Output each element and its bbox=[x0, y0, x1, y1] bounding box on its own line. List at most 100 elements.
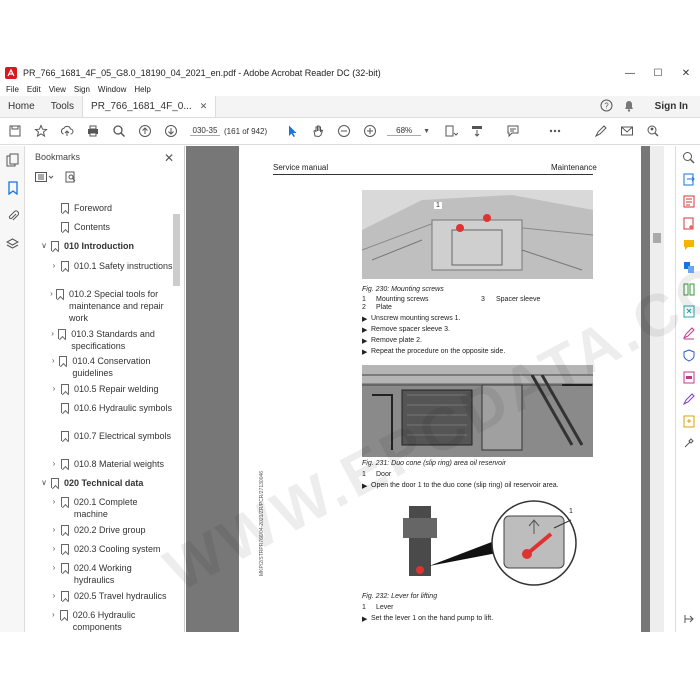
search-tool-icon[interactable] bbox=[676, 146, 700, 168]
bookmark-star-icon[interactable] bbox=[30, 120, 52, 142]
zoom-level-input[interactable]: 68% bbox=[387, 126, 422, 136]
collapse-chevron-icon[interactable]: ∨ bbox=[39, 240, 49, 252]
collapse-chevron-icon[interactable]: ∨ bbox=[39, 477, 49, 489]
sign-pen-icon[interactable] bbox=[590, 120, 612, 142]
bookmark-item[interactable]: › 010.3 Standards and specifications bbox=[49, 328, 173, 352]
attachments-icon[interactable] bbox=[0, 202, 25, 230]
bookmark-item[interactable]: › 010.5 Repair welding bbox=[49, 383, 173, 395]
account-search-icon[interactable] bbox=[642, 120, 664, 142]
figure-232-caption: Fig. 232: Lever for lifting bbox=[362, 593, 438, 600]
tab-home[interactable]: Home bbox=[0, 96, 43, 117]
close-tab-icon[interactable]: ✕ bbox=[200, 101, 208, 112]
legend-number: 1 bbox=[362, 604, 366, 611]
bookmark-item[interactable]: › 010.8 Material weights bbox=[49, 458, 173, 470]
close-window-button[interactable]: ✕ bbox=[672, 63, 700, 83]
zoom-dropdown-chevron-icon[interactable]: ▼ bbox=[423, 128, 430, 135]
bookmark-item[interactable]: › 020.5 Travel hydraulics bbox=[49, 590, 173, 602]
scroll-mode-icon[interactable] bbox=[466, 120, 488, 142]
bookmark-item[interactable]: Foreword bbox=[49, 202, 112, 214]
expand-chevron-icon[interactable]: › bbox=[49, 543, 59, 555]
export-pdf-icon[interactable] bbox=[676, 168, 700, 190]
expand-chevron-icon[interactable]: › bbox=[49, 609, 58, 621]
more-options-icon[interactable] bbox=[544, 120, 566, 142]
create-pdf-icon[interactable] bbox=[676, 212, 700, 234]
send-for-signature-icon[interactable] bbox=[676, 388, 700, 410]
close-panel-icon[interactable]: ✕ bbox=[164, 151, 174, 165]
menu-view[interactable]: View bbox=[49, 85, 66, 94]
bookmark-item[interactable]: › 010.2 Special tools for maintenance and… bbox=[49, 288, 173, 324]
bookmark-item[interactable]: › 020.2 Drive group bbox=[49, 524, 173, 536]
email-icon[interactable] bbox=[616, 120, 638, 142]
expand-chevron-icon[interactable]: › bbox=[49, 383, 59, 395]
compress-pdf-icon[interactable] bbox=[676, 300, 700, 322]
collapse-pane-icon[interactable] bbox=[676, 608, 700, 630]
expand-chevron-icon[interactable]: › bbox=[49, 458, 59, 470]
figure-230-caption: Fig. 230: Mounting screws bbox=[362, 286, 444, 293]
menu-file[interactable]: File bbox=[6, 85, 19, 94]
bookmark-item[interactable]: › 020.4 Working hydraulics bbox=[49, 562, 173, 586]
zoom-out-icon[interactable] bbox=[333, 120, 355, 142]
bookmarks-scrollbar-thumb[interactable] bbox=[173, 214, 180, 286]
comment-tool-icon[interactable] bbox=[676, 234, 700, 256]
document-scrollbar[interactable] bbox=[650, 146, 664, 632]
page-thumbnails-icon[interactable] bbox=[0, 146, 25, 174]
bookmark-item[interactable]: › 020.3 Cooling system bbox=[49, 543, 173, 555]
menu-edit[interactable]: Edit bbox=[27, 85, 41, 94]
organize-pages-icon[interactable] bbox=[676, 278, 700, 300]
more-tools-icon[interactable] bbox=[676, 432, 700, 454]
bookmark-item[interactable]: ∨ 020 Technical data bbox=[39, 477, 143, 489]
bookmark-item[interactable]: › 020.6 Hydraulic components bbox=[49, 609, 173, 632]
previous-page-icon[interactable] bbox=[134, 120, 156, 142]
page-number-input[interactable]: 030-35 bbox=[190, 126, 220, 136]
next-page-icon[interactable] bbox=[160, 120, 182, 142]
redact-icon[interactable] bbox=[676, 366, 700, 388]
expand-chevron-icon[interactable]: › bbox=[49, 328, 56, 340]
print-icon[interactable] bbox=[82, 120, 104, 142]
comment-icon[interactable] bbox=[502, 120, 524, 142]
bookmark-item[interactable]: 010.6 Hydraulic symbols bbox=[49, 402, 173, 414]
upload-cloud-icon[interactable] bbox=[56, 120, 78, 142]
acrobat-icon bbox=[5, 67, 17, 79]
figure-230-callout: 1 bbox=[434, 202, 442, 209]
select-cursor-icon[interactable] bbox=[281, 120, 303, 142]
fit-page-icon[interactable] bbox=[440, 120, 462, 142]
fill-sign-icon[interactable] bbox=[676, 322, 700, 344]
zoom-in-icon[interactable] bbox=[359, 120, 381, 142]
layers-icon[interactable] bbox=[0, 230, 25, 258]
find-bookmark-icon[interactable] bbox=[65, 171, 77, 186]
menu-window[interactable]: Window bbox=[98, 85, 126, 94]
hand-tool-icon[interactable] bbox=[307, 120, 329, 142]
tab-tools[interactable]: Tools bbox=[43, 96, 82, 117]
bookmark-item[interactable]: 010.7 Electrical symbols bbox=[49, 430, 173, 442]
bookmark-item[interactable]: › 010.1 Safety instructions bbox=[49, 260, 173, 272]
expand-chevron-icon[interactable]: › bbox=[49, 496, 59, 508]
expand-chevron-icon[interactable]: › bbox=[49, 562, 59, 574]
figure-232-image: 1 bbox=[389, 498, 593, 590]
minimize-button[interactable]: — bbox=[616, 63, 644, 83]
edit-pdf-icon[interactable] bbox=[676, 190, 700, 212]
menu-help[interactable]: Help bbox=[134, 85, 150, 94]
expand-chevron-icon[interactable]: › bbox=[49, 260, 59, 272]
notification-bell-icon[interactable] bbox=[623, 99, 635, 115]
expand-chevron-icon[interactable]: › bbox=[49, 590, 59, 602]
sign-in-button[interactable]: Sign In bbox=[655, 101, 688, 112]
help-icon[interactable]: ? bbox=[600, 99, 613, 115]
expand-chevron-icon[interactable]: › bbox=[49, 288, 54, 300]
stamp-icon[interactable] bbox=[676, 410, 700, 432]
tab-document[interactable]: PR_766_1681_4F_0... ✕ bbox=[82, 96, 217, 117]
bookmark-item[interactable]: ∨ 010 Introduction bbox=[39, 240, 134, 252]
zoom-search-icon[interactable] bbox=[108, 120, 130, 142]
save-icon[interactable] bbox=[4, 120, 26, 142]
expand-chevron-icon[interactable]: › bbox=[49, 355, 57, 367]
bookmark-item[interactable]: › 010.4 Conservation guidelines bbox=[49, 355, 173, 379]
menu-sign[interactable]: Sign bbox=[74, 85, 90, 94]
protect-icon[interactable] bbox=[676, 344, 700, 366]
document-scrollbar-thumb[interactable] bbox=[653, 233, 661, 243]
maximize-button[interactable]: ☐ bbox=[644, 63, 672, 83]
bookmark-item[interactable]: Contents bbox=[49, 221, 110, 233]
expand-chevron-icon[interactable]: › bbox=[49, 524, 59, 536]
bookmarks-panel-icon[interactable] bbox=[0, 174, 25, 202]
bookmark-options-icon[interactable] bbox=[35, 171, 55, 185]
bookmark-item[interactable]: › 020.1 Complete machine bbox=[49, 496, 173, 520]
combine-files-icon[interactable] bbox=[676, 256, 700, 278]
